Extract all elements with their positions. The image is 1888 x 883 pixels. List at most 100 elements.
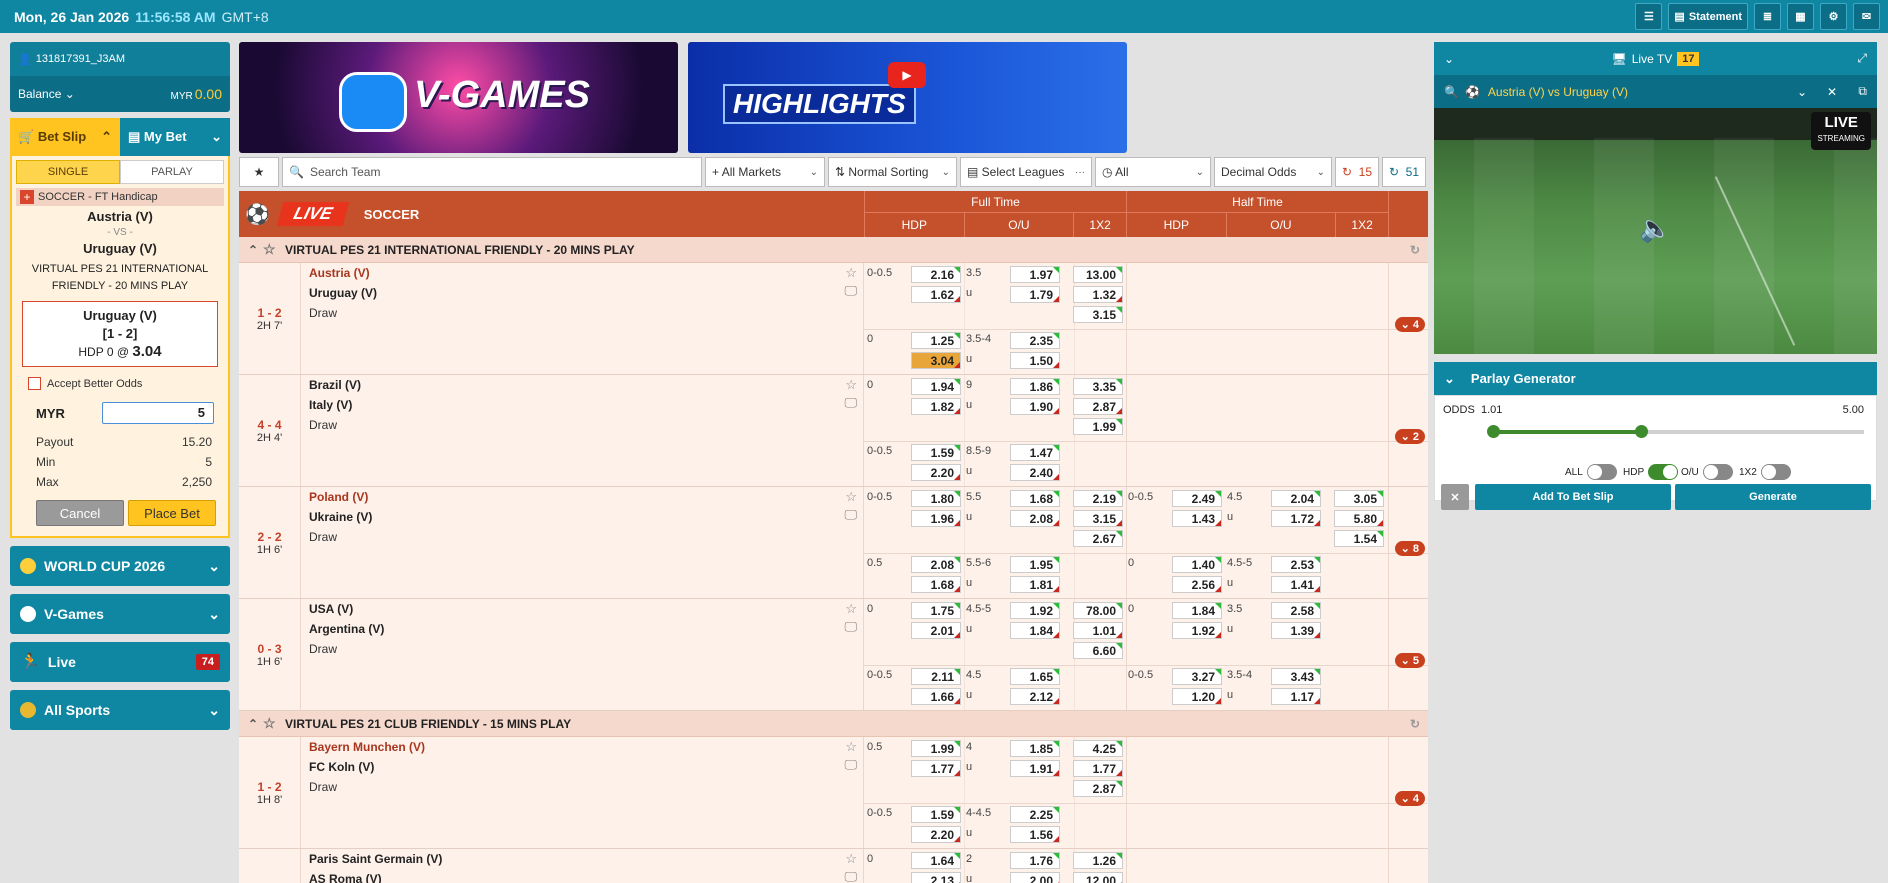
odds-button[interactable]: 1.91 (1010, 760, 1060, 777)
odds-button[interactable]: 2.08 (911, 556, 961, 573)
more-markets-button[interactable]: ⌄ 4 (1394, 317, 1425, 332)
tv-icon[interactable]: 🖵 (844, 283, 857, 299)
odds-button[interactable]: 2.01 (911, 622, 961, 639)
toggle-switch[interactable] (1648, 464, 1679, 480)
odds-button[interactable]: 1.66 (911, 688, 961, 705)
volume-icon[interactable]: 🔈 (1639, 213, 1671, 244)
odds-button[interactable]: 2.20 (911, 826, 961, 843)
odds-button[interactable]: 2.56 (1172, 576, 1222, 593)
time-select[interactable]: ◷ All ⌄ (1095, 157, 1211, 187)
nav-all-sports[interactable]: All Sports ⌄ (10, 690, 230, 730)
odds-button[interactable]: 1.43 (1172, 510, 1222, 527)
odds-button[interactable]: 1.75 (911, 602, 961, 619)
odds-button[interactable]: 3.15 (1073, 510, 1123, 527)
odds-button[interactable]: 2.11 (911, 668, 961, 685)
tv-icon[interactable]: 🖵 (844, 757, 857, 773)
toggle-3[interactable]: 1X2 (1739, 464, 1791, 480)
odds-button[interactable]: 1.64 (911, 852, 961, 869)
toggle-2[interactable]: O/U (1681, 464, 1733, 480)
accept-better-odds-checkbox[interactable] (28, 377, 41, 390)
favorite-star-icon[interactable]: ☆ (845, 739, 857, 755)
tv-icon[interactable]: 🖵 (844, 507, 857, 523)
expand-icon[interactable]: ⤢ (1857, 51, 1867, 66)
refresh-all-button[interactable]: ↻ 51 (1382, 157, 1426, 187)
odds-button[interactable]: 2.00 (1010, 872, 1060, 883)
odds-button[interactable]: 1.77 (911, 760, 961, 777)
odds-button[interactable]: 1.95 (1010, 556, 1060, 573)
odds-button[interactable]: 1.54 (1334, 530, 1384, 547)
parlay-tab[interactable]: PARLAY (120, 160, 224, 184)
odds-button[interactable]: 1.68 (1010, 490, 1060, 507)
odds-button[interactable]: 1.82 (911, 398, 961, 415)
odds-button[interactable]: 2.58 (1271, 602, 1321, 619)
odds-button[interactable]: 1.59 (911, 444, 961, 461)
refresh-icon[interactable]: ↻ (1410, 243, 1420, 257)
rules-icon[interactable]: ▦ (1787, 3, 1814, 30)
toggle-1[interactable]: HDP (1623, 464, 1679, 480)
odds-button[interactable]: 1.92 (1010, 602, 1060, 619)
odds-button[interactable]: 1.80 (911, 490, 961, 507)
search-input[interactable]: 🔍 Search Team (282, 157, 702, 187)
odds-button[interactable]: 1.17 (1271, 688, 1321, 705)
live-video[interactable]: LIVE STREAMING 🔈 (1434, 108, 1877, 354)
odds-button[interactable]: 1.99 (911, 740, 961, 757)
odds-button[interactable]: 2.13 (911, 872, 961, 883)
sorting-select[interactable]: ⇅ Normal Sorting ⌄ (828, 157, 957, 187)
odds-button[interactable]: 1.86 (1010, 378, 1060, 395)
odds-button[interactable]: 2.12 (1010, 688, 1060, 705)
tab-bet-slip[interactable]: 🛒 Bet Slip ⌃ (10, 118, 120, 156)
favorite-star-icon[interactable]: ☆ (845, 489, 857, 505)
odds-button[interactable]: 2.08 (1010, 510, 1060, 527)
odds-button[interactable]: 1.62 (911, 286, 961, 303)
stake-input[interactable]: 5 (102, 402, 214, 424)
nav-world-cup[interactable]: WORLD CUP 2026 ⌄ (10, 546, 230, 586)
odds-button[interactable]: 1.85 (1010, 740, 1060, 757)
odds-button[interactable]: 1.90 (1010, 398, 1060, 415)
mail-icon[interactable]: ✉ (1853, 3, 1880, 30)
odds-button[interactable]: 2.53 (1271, 556, 1321, 573)
odds-button[interactable]: 3.04 (911, 352, 961, 369)
results-icon[interactable]: ≣ (1754, 3, 1781, 30)
odds-button[interactable]: 1.56 (1010, 826, 1060, 843)
odds-button[interactable]: 1.39 (1271, 622, 1321, 639)
clear-button[interactable]: ✕ (1441, 484, 1469, 510)
odds-button[interactable]: 1.92 (1172, 622, 1222, 639)
tv-match-selector[interactable]: 🔍 ⚽ Austria (V) vs Uruguay (V) ⌄ ✕ ⧉ (1434, 75, 1877, 108)
favorite-star-icon[interactable]: ☆ (845, 265, 857, 281)
slider-min-handle[interactable] (1487, 425, 1500, 438)
more-markets-button[interactable]: ⌄ 2 (1394, 429, 1425, 444)
odds-button[interactable]: 1.40 (1172, 556, 1222, 573)
odds-range-slider[interactable] (1487, 425, 1864, 438)
odds-button[interactable]: 3.05 (1334, 490, 1384, 507)
favorite-star-icon[interactable]: ☆ (263, 715, 285, 732)
odds-button[interactable]: 5.80 (1334, 510, 1384, 527)
odds-button[interactable]: 1.84 (1010, 622, 1060, 639)
chevron-up-icon[interactable]: ⌃ (243, 717, 263, 731)
odds-button[interactable]: 1.77 (1073, 760, 1123, 777)
single-tab[interactable]: SINGLE (16, 160, 120, 184)
odds-button[interactable]: 3.43 (1271, 668, 1321, 685)
add-to-bet-slip-button[interactable]: Add To Bet Slip (1475, 484, 1671, 510)
odds-button[interactable]: 1.25 (911, 332, 961, 349)
odds-button[interactable]: 2.87 (1073, 398, 1123, 415)
nav-live[interactable]: 🏃 Live 74 (10, 642, 230, 682)
odds-type-select[interactable]: Decimal Odds ⌄ (1214, 157, 1332, 187)
chevron-down-icon[interactable]: ⌄ (1444, 52, 1454, 66)
odds-button[interactable]: 13.00 (1073, 266, 1123, 283)
odds-button[interactable]: 1.99 (1073, 418, 1123, 435)
remove-selection-icon[interactable]: + (20, 190, 34, 204)
vgames-banner[interactable]: V-GAMES (239, 42, 678, 153)
chevron-up-icon[interactable]: ⌃ (243, 243, 263, 257)
odds-button[interactable]: 1.32 (1073, 286, 1123, 303)
statement-button[interactable]: ▤ Statement (1668, 3, 1748, 30)
odds-button[interactable]: 1.96 (911, 510, 961, 527)
chevron-down-icon[interactable]: ⌄ (1797, 85, 1807, 99)
odds-button[interactable]: 2.35 (1010, 332, 1060, 349)
favorites-star-icon[interactable]: ★ (239, 157, 279, 187)
refresh-live-button[interactable]: ↻ 15 (1335, 157, 1379, 187)
odds-button[interactable]: 1.84 (1172, 602, 1222, 619)
odds-button[interactable]: 1.68 (911, 576, 961, 593)
league-header[interactable]: ⌃ ☆ VIRTUAL PES 21 CLUB FRIENDLY - 15 MI… (239, 711, 1428, 737)
odds-button[interactable]: 2.49 (1172, 490, 1222, 507)
odds-button[interactable]: 1.47 (1010, 444, 1060, 461)
